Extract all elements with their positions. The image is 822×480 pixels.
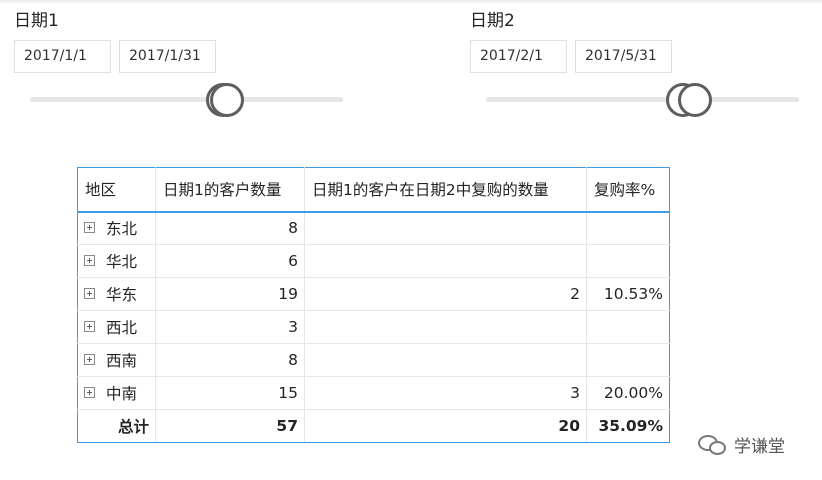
total-label: 总计 xyxy=(77,409,156,443)
total-customers: 57 xyxy=(155,409,305,443)
total-rate: 35.09% xyxy=(586,409,670,443)
customers-cell: 8 xyxy=(155,343,305,377)
table-row: 华东 19 2 10.53% xyxy=(77,277,670,311)
slider-track[interactable] xyxy=(30,97,343,102)
table-row: 中南 15 3 20.00% xyxy=(77,376,670,410)
start-date-input[interactable]: 2017/2/1 xyxy=(470,40,567,73)
watermark: 学谦堂 xyxy=(698,432,785,457)
rate-cell: 20.00% xyxy=(586,376,670,410)
end-date-input[interactable]: 2017/5/31 xyxy=(575,40,672,73)
rate-cell xyxy=(586,244,670,278)
rate-cell xyxy=(586,211,670,245)
rate-cell xyxy=(586,343,670,377)
expand-icon[interactable] xyxy=(84,387,95,398)
customers-cell: 8 xyxy=(155,211,305,245)
date-slicer-2: 日期2 2017/2/1 2017/5/31 xyxy=(470,0,810,130)
region-cell: 西南 xyxy=(77,343,156,377)
total-row: 总计 57 20 35.09% xyxy=(77,409,670,443)
region-cell: 东北 xyxy=(77,211,156,245)
repurchase-cell: 3 xyxy=(304,376,587,410)
slider-end-handle[interactable] xyxy=(678,83,712,117)
repurchase-cell xyxy=(304,244,587,278)
watermark-text: 学谦堂 xyxy=(734,437,785,457)
repurchase-cell xyxy=(304,211,587,245)
customers-cell: 15 xyxy=(155,376,305,410)
region-label: 东北 xyxy=(106,220,138,239)
table-row: 西北 3 xyxy=(77,310,670,344)
rate-cell xyxy=(586,310,670,344)
region-cell: 西北 xyxy=(77,310,156,344)
slicer-title: 日期2 xyxy=(470,11,515,31)
repurchase-cell: 2 xyxy=(304,277,587,311)
region-cell: 华北 xyxy=(77,244,156,278)
header-repurchase[interactable]: 日期1的客户在日期2中复购的数量 xyxy=(304,167,587,213)
total-repurchase: 20 xyxy=(304,409,587,443)
start-date-input[interactable]: 2017/1/1 xyxy=(14,40,111,73)
table-row: 东北 8 xyxy=(77,211,670,245)
repurchase-matrix: 地区 日期1的客户数量 日期1的客户在日期2中复购的数量 复购率% 东北 8 华… xyxy=(77,167,670,443)
slider-end-handle[interactable] xyxy=(210,83,244,117)
customers-cell: 19 xyxy=(155,277,305,311)
customers-cell: 6 xyxy=(155,244,305,278)
rate-cell: 10.53% xyxy=(586,277,670,311)
table-row: 西南 8 xyxy=(77,343,670,377)
region-cell: 华东 xyxy=(77,277,156,311)
expand-icon[interactable] xyxy=(84,222,95,234)
date-slicer-1: 日期1 2017/1/1 2017/1/31 xyxy=(14,0,354,130)
slider-track[interactable] xyxy=(486,97,799,102)
header-customers[interactable]: 日期1的客户数量 xyxy=(155,167,305,213)
repurchase-cell xyxy=(304,343,587,377)
wechat-icon xyxy=(698,433,728,457)
repurchase-cell xyxy=(304,310,587,344)
expand-icon[interactable] xyxy=(84,354,95,365)
header-row: 地区 日期1的客户数量 日期1的客户在日期2中复购的数量 复购率% xyxy=(77,167,670,213)
slicer-title: 日期1 xyxy=(14,11,59,31)
table-row: 华北 6 xyxy=(77,244,670,278)
header-region[interactable]: 地区 xyxy=(77,167,156,213)
end-date-input[interactable]: 2017/1/31 xyxy=(119,40,216,73)
region-label: 华北 xyxy=(106,253,138,271)
region-label: 西南 xyxy=(106,352,138,370)
expand-icon[interactable] xyxy=(84,255,95,266)
expand-icon[interactable] xyxy=(84,288,95,299)
region-cell: 中南 xyxy=(77,376,156,410)
expand-icon[interactable] xyxy=(84,321,95,332)
customers-cell: 3 xyxy=(155,310,305,344)
region-label: 华东 xyxy=(106,286,138,304)
region-label: 西北 xyxy=(106,319,138,337)
region-label: 中南 xyxy=(106,385,138,403)
header-rate[interactable]: 复购率% xyxy=(586,167,670,213)
